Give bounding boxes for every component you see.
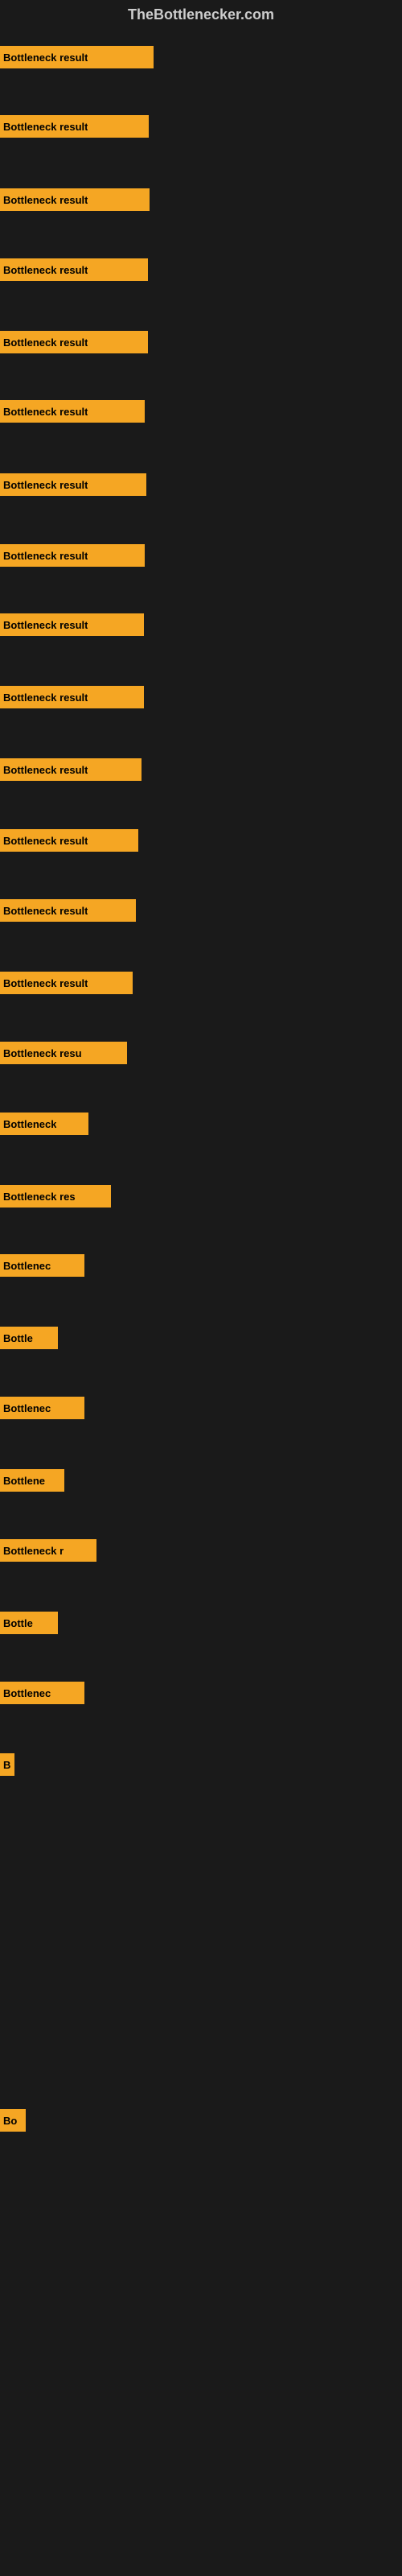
bottleneck-result-bar: Bottle xyxy=(0,1327,58,1349)
bottleneck-result-bar: Bottleneck result xyxy=(0,188,150,211)
bottleneck-result-bar: Bottleneck result xyxy=(0,331,148,353)
bottleneck-result-label: Bottleneck result xyxy=(3,764,88,776)
bottleneck-result-label: Bottleneck result xyxy=(3,336,88,349)
bottleneck-result-label: Bottleneck result xyxy=(3,619,88,631)
bottleneck-result-label: Bottlenec xyxy=(3,1402,51,1414)
bottleneck-result-bar: Bottleneck result xyxy=(0,115,149,138)
bottleneck-result-bar: Bottleneck res xyxy=(0,1185,111,1208)
bottleneck-result-label: B xyxy=(3,1759,10,1771)
bottleneck-result-bar: Bottle xyxy=(0,1612,58,1634)
bottleneck-result-bar: Bottlenec xyxy=(0,1397,84,1419)
bottleneck-result-label: Bottleneck result xyxy=(3,905,88,917)
bottleneck-result-label: Bottleneck result xyxy=(3,406,88,418)
bottleneck-result-label: Bo xyxy=(3,2115,17,2127)
bottleneck-result-bar: Bottleneck xyxy=(0,1113,88,1135)
bottleneck-result-bar: Bottleneck result xyxy=(0,258,148,281)
bottleneck-result-label: Bottleneck xyxy=(3,1118,56,1130)
bottleneck-result-label: Bottlenec xyxy=(3,1260,51,1272)
bottleneck-result-bar: Bottlene xyxy=(0,1469,64,1492)
bottleneck-result-label: Bottleneck result xyxy=(3,835,88,847)
bottleneck-result-label: Bottleneck res xyxy=(3,1191,76,1203)
bottleneck-result-bar: Bottleneck resu xyxy=(0,1042,127,1064)
bottleneck-result-label: Bottleneck r xyxy=(3,1545,64,1557)
bottleneck-result-label: Bottleneck result xyxy=(3,121,88,133)
bottleneck-result-label: Bottleneck resu xyxy=(3,1047,82,1059)
bottleneck-result-label: Bottleneck result xyxy=(3,194,88,206)
bottleneck-result-label: Bottleneck result xyxy=(3,264,88,276)
bottleneck-result-bar: Bo xyxy=(0,2109,26,2132)
bottleneck-result-bar: Bottleneck result xyxy=(0,613,144,636)
bottleneck-result-bar: Bottleneck result xyxy=(0,46,154,68)
bottleneck-result-bar: Bottleneck r xyxy=(0,1539,96,1562)
bottleneck-result-bar: Bottleneck result xyxy=(0,758,142,781)
bottleneck-result-bar: Bottleneck result xyxy=(0,829,138,852)
bottleneck-result-label: Bottleneck result xyxy=(3,479,88,491)
bottleneck-result-label: Bottlene xyxy=(3,1475,45,1487)
bottleneck-result-label: Bottleneck result xyxy=(3,977,88,989)
bottleneck-result-bar: Bottleneck result xyxy=(0,473,146,496)
bottleneck-result-bar: Bottleneck result xyxy=(0,400,145,423)
bottleneck-result-bar: Bottleneck result xyxy=(0,972,133,994)
bottleneck-result-bar: Bottleneck result xyxy=(0,544,145,567)
bottleneck-result-label: Bottle xyxy=(3,1617,33,1629)
bottleneck-result-bar: Bottleneck result xyxy=(0,686,144,708)
bottleneck-result-label: Bottle xyxy=(3,1332,33,1344)
bottleneck-result-label: Bottlenec xyxy=(3,1687,51,1699)
bottleneck-result-bar: B xyxy=(0,1753,14,1776)
site-title: TheBottlenecker.com xyxy=(0,0,402,30)
bottleneck-result-bar: Bottlenec xyxy=(0,1682,84,1704)
bottleneck-result-bar: Bottleneck result xyxy=(0,899,136,922)
bottleneck-result-label: Bottleneck result xyxy=(3,691,88,704)
bottleneck-result-bar: Bottlenec xyxy=(0,1254,84,1277)
bottleneck-result-label: Bottleneck result xyxy=(3,52,88,64)
bottleneck-result-label: Bottleneck result xyxy=(3,550,88,562)
